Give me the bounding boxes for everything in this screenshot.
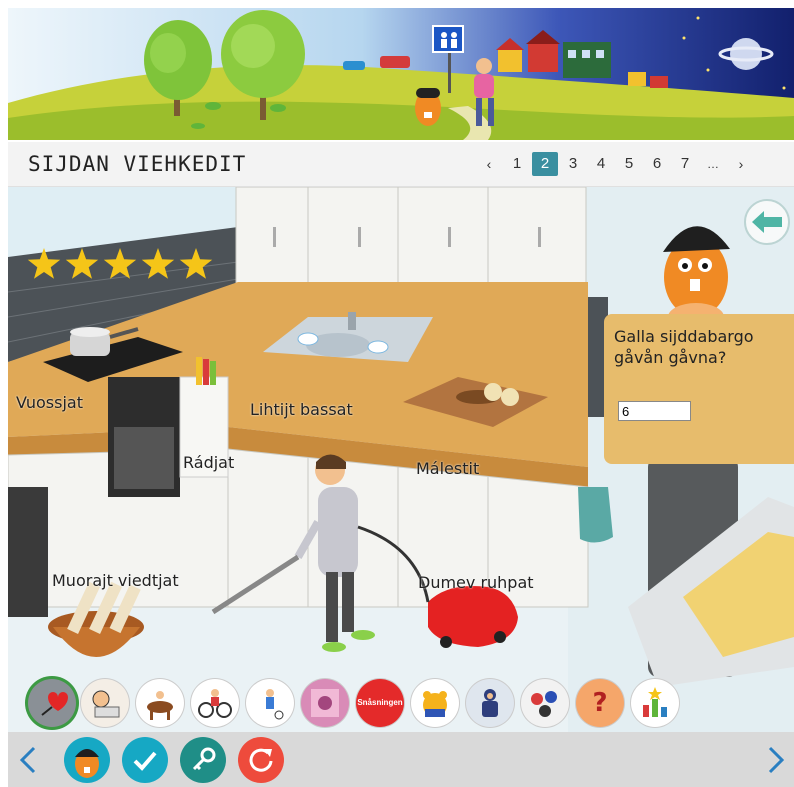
book-cover-icon[interactable]: [301, 679, 349, 727]
back-button[interactable]: [744, 199, 790, 245]
page-link-6[interactable]: 6: [644, 152, 670, 176]
pagination: ‹ 1 2 3 4 5 6 7 … ›: [475, 151, 755, 177]
app-window: SIJDAN VIEHKEDIT ‹ 1 2 3 4 5 6 7 … › Vuo…: [8, 8, 794, 787]
label-vacuum[interactable]: Dumev ruhpat: [418, 573, 534, 592]
key-icon: [192, 747, 216, 771]
bottom-toolbar: [8, 732, 794, 787]
label-stove[interactable]: Vuossjat: [16, 393, 83, 412]
activity-icon-row: Snåsningen ?: [26, 679, 706, 729]
page-link-4[interactable]: 4: [588, 152, 614, 176]
question-text: Galla sijddabargo gåvån gåvna?: [614, 327, 754, 367]
bar-chart-icon[interactable]: [631, 679, 679, 727]
pagination-ellipsis: …: [707, 157, 719, 171]
avatar-button[interactable]: [64, 737, 110, 783]
question-mark-icon[interactable]: ?: [576, 679, 624, 727]
pagination-next[interactable]: ›: [728, 152, 754, 176]
cyclist-icon[interactable]: [191, 679, 239, 727]
page-link-7[interactable]: 7: [672, 152, 698, 176]
page-title: SIJDAN VIEHKEDIT: [28, 152, 247, 176]
mascot-icon: [415, 88, 441, 126]
question-panel: Galla sijddabargo gåvån gåvna?: [604, 314, 794, 464]
winter-child-icon[interactable]: [466, 679, 514, 727]
next-page-button[interactable]: [760, 740, 790, 780]
beaver-avatar-icon: [75, 749, 99, 778]
page-link-5[interactable]: 5: [616, 152, 642, 176]
label-sink[interactable]: Lihtijt bassat: [250, 400, 353, 419]
label-cutting-board[interactable]: Málestit: [416, 459, 479, 478]
horse-rider-icon[interactable]: [136, 679, 184, 727]
prev-page-button[interactable]: [14, 740, 44, 780]
chevron-left-icon: [19, 746, 36, 774]
checkmark-icon: [133, 751, 157, 771]
label-shelf[interactable]: Rádjat: [183, 453, 234, 472]
page-link-2-current[interactable]: 2: [532, 152, 558, 176]
kitchen-scene: Vuossjat Rádjat Lihtijt bassat Málestit …: [8, 186, 794, 732]
key-button[interactable]: [180, 737, 226, 783]
page-link-3[interactable]: 3: [560, 152, 586, 176]
arrow-left-icon: [752, 211, 782, 233]
pagination-prev[interactable]: ‹: [476, 152, 502, 176]
page-link-1[interactable]: 1: [504, 152, 530, 176]
heart-pin-icon[interactable]: [28, 679, 76, 727]
chevron-right-icon: [768, 746, 785, 774]
question-mark-glyph: ?: [592, 688, 608, 718]
refresh-icon: [249, 748, 273, 772]
soccer-player-icon[interactable]: [246, 679, 294, 727]
title-bar: SIJDAN VIEHKEDIT ‹ 1 2 3 4 5 6 7 … ›: [8, 142, 794, 187]
refresh-button[interactable]: [238, 737, 284, 783]
bear-icon[interactable]: [411, 679, 459, 727]
family-scene-icon[interactable]: [521, 679, 569, 727]
answer-input[interactable]: [618, 401, 691, 421]
oven-icon: [108, 377, 180, 497]
header-banner: [8, 8, 794, 140]
snasningen-label: Snåsningen: [357, 698, 403, 707]
label-firewood[interactable]: Muorajt viedtjat: [52, 571, 179, 590]
snasningen-icon[interactable]: Snåsningen: [356, 679, 404, 727]
check-button[interactable]: [122, 737, 168, 783]
sleeping-man-icon[interactable]: [81, 679, 129, 727]
